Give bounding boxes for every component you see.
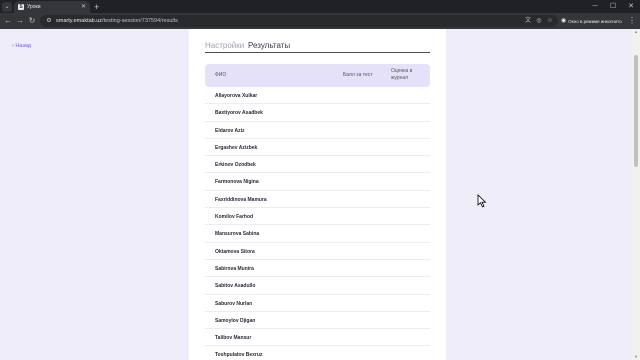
student-name: Farmonova Nigina [215, 179, 259, 186]
tab-results[interactable]: Результаты [248, 41, 290, 50]
student-name: Eldarov Aziz [215, 127, 245, 134]
site-info-icon[interactable]: ⚙ [45, 17, 53, 25]
column-header-name: ФИО [215, 72, 227, 78]
page-content: ‹ Назад Настройки Результаты ФИО Балл за… [0, 29, 640, 360]
browser-tab-strip: ⌄ S Уроки ✕ + ─ ☐ ✕ [0, 0, 640, 13]
table-row: Komilov Farhod [205, 208, 430, 226]
favicon-icon: S [18, 4, 24, 10]
mouse-cursor-icon [477, 194, 487, 208]
url-host: smarty.emaktab.uz [56, 18, 103, 24]
table-row: Allayorova Xulkar [205, 87, 430, 105]
student-name: Talibov Mansur [215, 335, 252, 342]
eye-off-icon[interactable]: ◎ [535, 17, 543, 25]
tab-title: Уроки [27, 4, 41, 10]
translate-icon[interactable]: 文 [524, 17, 532, 25]
page-tabs: Настройки Результаты [205, 41, 430, 53]
student-name: Baxtiyorov Asadbek [215, 110, 263, 117]
table-row: Talibov Mansur [205, 329, 430, 347]
student-name: Sabirova Munira [215, 265, 254, 272]
omnibox-icons: 文 ◎ ☆ [524, 17, 554, 25]
table-row: Oktamova Sitora [205, 243, 430, 260]
column-header-grade: Оценка в журнал [391, 68, 413, 81]
table-row: Mansurova Sabina [205, 225, 430, 243]
student-name: Komilov Farhod [215, 214, 254, 221]
close-window-icon[interactable]: ✕ [622, 0, 640, 13]
bookmark-star-icon[interactable]: ☆ [546, 17, 554, 25]
incognito-indicator[interactable]: ◉ Окно в режиме инкогнито [561, 15, 622, 27]
back-link[interactable]: ‹ Назад [12, 43, 31, 49]
student-name: Sabitov Asadullo [215, 283, 256, 290]
forward-arrow-icon[interactable]: → [15, 16, 25, 26]
student-name: Mansurova Sabina [215, 231, 260, 238]
table-row: Samoylov Djigan [205, 312, 430, 330]
results-panel: Настройки Результаты ФИО Балл за тест Оц… [189, 29, 446, 360]
student-name: Saburov Nurlan [215, 300, 253, 307]
results-table-body: Allayorova Xulkar Baxtiyorov Asadbek Eld… [205, 87, 430, 360]
student-name: Toshpulatov Bexruz [215, 352, 263, 359]
student-name: Samoylov Djigan [215, 317, 256, 324]
back-arrow-icon[interactable]: ← [3, 16, 13, 26]
browser-menu-icon[interactable]: ⋮ [628, 16, 636, 26]
browser-tab[interactable]: S Уроки ✕ [14, 1, 90, 13]
student-name: Ergashev Azizbek [215, 144, 258, 151]
table-row: Ergashev Azizbek [205, 139, 430, 157]
student-name: Faxriddinova Mamura [215, 196, 267, 203]
results-table-header: ФИО Балл за тест Оценка в журнал [205, 64, 430, 87]
minimize-icon[interactable]: ─ [586, 0, 604, 13]
address-bar[interactable]: ⚙ smarty.emaktab.uz/testing-session/7375… [40, 15, 558, 27]
maximize-icon[interactable]: ☐ [604, 0, 622, 13]
url-path: /testing-session/737594/results [102, 18, 178, 24]
tab-search-icon[interactable]: ⌄ [2, 2, 12, 12]
table-row: Erkinov Ozodbek [205, 156, 430, 174]
table-row: Faxriddinova Mamura [205, 191, 430, 209]
new-tab-icon[interactable]: + [94, 2, 99, 12]
tab-close-icon[interactable]: ✕ [81, 3, 86, 11]
browser-toolbar: ← → ↻ ⚙ smarty.emaktab.uz/testing-sessio… [0, 13, 640, 29]
table-row: Toshpulatov Bexruz [205, 346, 430, 360]
table-row: Saburov Nurlan [205, 295, 430, 312]
scrollbar-thumb[interactable] [634, 55, 638, 167]
table-row: Eldarov Aziz [205, 122, 430, 139]
student-name: Allayorova Xulkar [215, 93, 258, 99]
tab-settings[interactable]: Настройки [205, 41, 244, 50]
table-row: Sabitov Asadullo [205, 277, 430, 295]
reload-icon[interactable]: ↻ [27, 16, 37, 26]
student-name: Oktamova Sitora [215, 248, 255, 255]
table-row: Farmonova Nigina [205, 173, 430, 191]
student-name: Erkinov Ozodbek [215, 162, 256, 169]
incognito-label: Окно в режиме инкогнито [568, 18, 622, 24]
page-scrollbar[interactable]: ▲ ▼ [632, 29, 640, 360]
scroll-down-arrow-icon[interactable]: ▼ [632, 354, 640, 360]
table-row: Sabirova Munira [205, 260, 430, 278]
incognito-icon: ◉ [561, 18, 567, 24]
url-text: smarty.emaktab.uz/testing-session/737594… [56, 17, 178, 25]
table-row: Baxtiyorov Asadbek [205, 104, 430, 122]
window-controls: ─ ☐ ✕ [586, 0, 640, 13]
scroll-up-arrow-icon[interactable]: ▲ [632, 29, 640, 35]
column-header-score: Балл за тест [343, 72, 373, 78]
